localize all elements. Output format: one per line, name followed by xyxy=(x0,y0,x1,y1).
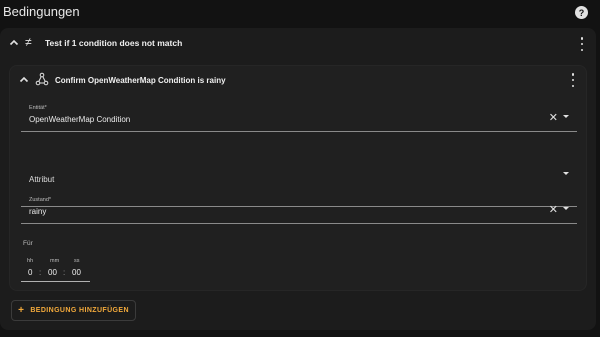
dropdown-arrow-icon[interactable] xyxy=(563,172,569,175)
add-condition-label: BEDINGUNG HINZUFÜGEN xyxy=(30,307,129,314)
add-condition-button[interactable]: + BEDINGUNG HINZUFÜGEN xyxy=(11,300,136,321)
kebab-menu-icon[interactable] xyxy=(578,37,586,51)
not-equal-icon: ≠ xyxy=(25,35,32,49)
time-separator: : xyxy=(39,268,42,277)
entity-value[interactable]: OpenWeatherMap Condition xyxy=(29,115,130,124)
entity-label: Entität* xyxy=(29,105,47,111)
node-graph-icon xyxy=(35,72,49,86)
minutes-unit: mm xyxy=(50,258,60,264)
condition-card-state: Confirm OpenWeatherMap Condition is rain… xyxy=(9,65,587,291)
minutes-value[interactable]: 00 xyxy=(48,268,57,277)
hours-unit: hh xyxy=(27,258,34,264)
duration-input[interactable]: hh mm ss 0 : 00 : 00 xyxy=(21,252,90,282)
condition-header-not[interactable]: ≠ Test if 1 condition does not match xyxy=(0,28,596,56)
duration-label: Für xyxy=(23,240,33,247)
chevron-up-icon[interactable] xyxy=(8,37,20,49)
dropdown-arrow-icon[interactable] xyxy=(563,207,569,210)
condition-title: Test if 1 condition does not match xyxy=(45,38,183,48)
state-field[interactable]: Zustand* rainy ✕ xyxy=(21,194,577,224)
condition-title: Confirm OpenWeatherMap Condition is rain… xyxy=(55,76,226,85)
entity-field[interactable]: Entität* OpenWeatherMap Condition ✕ xyxy=(21,102,577,132)
attribute-placeholder: Attribut xyxy=(29,175,55,184)
state-label: Zustand* xyxy=(29,197,52,203)
help-icon[interactable]: ? xyxy=(575,6,588,19)
close-icon[interactable]: ✕ xyxy=(549,111,558,124)
seconds-unit: ss xyxy=(74,258,80,264)
time-separator: : xyxy=(63,268,66,277)
chevron-up-icon[interactable] xyxy=(18,74,30,86)
kebab-menu-icon[interactable] xyxy=(569,73,577,87)
seconds-value[interactable]: 00 xyxy=(72,268,81,277)
dropdown-arrow-icon[interactable] xyxy=(563,115,569,118)
condition-card-not: ≠ Test if 1 condition does not match Con… xyxy=(0,28,596,330)
plus-icon: + xyxy=(18,305,25,316)
close-icon[interactable]: ✕ xyxy=(549,203,558,216)
state-value[interactable]: rainy xyxy=(29,207,46,216)
hours-value[interactable]: 0 xyxy=(28,268,32,277)
page-title: Bedingungen xyxy=(3,4,80,19)
